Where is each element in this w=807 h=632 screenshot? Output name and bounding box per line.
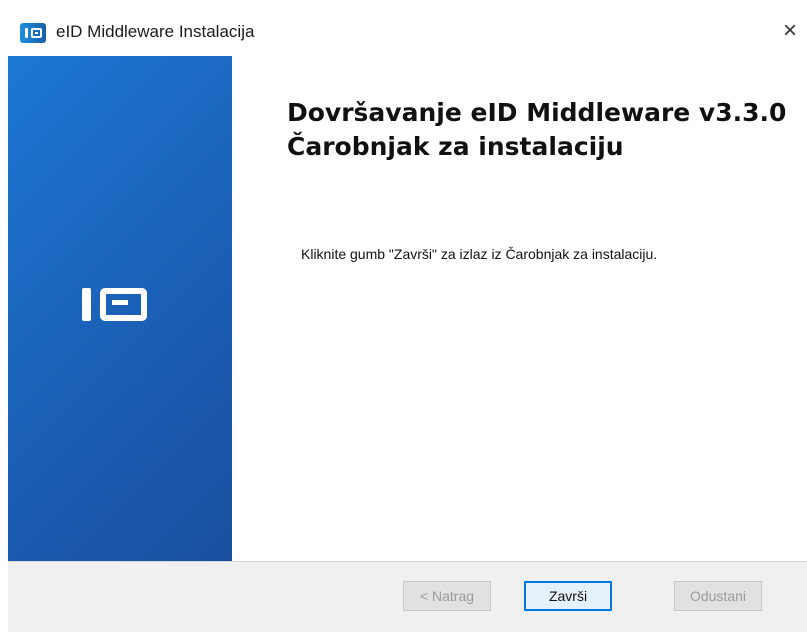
back-button[interactable]: < Natrag bbox=[403, 581, 491, 611]
button-bar: < Natrag Završi Odustani bbox=[8, 562, 807, 632]
title-bar: eID Middleware Instalacija × bbox=[0, 0, 807, 56]
installer-window: eID Middleware Instalacija × Dovršavanje… bbox=[0, 0, 807, 632]
completion-message: Kliknite gumb "Završi" za izlaz iz Čarob… bbox=[301, 246, 658, 262]
eid-logo-icon bbox=[82, 282, 162, 326]
page-title: Dovršavanje eID Middleware v3.3.0 Čarobn… bbox=[287, 98, 787, 161]
window-title: eID Middleware Instalacija bbox=[56, 22, 255, 41]
finish-button[interactable]: Završi bbox=[524, 581, 612, 611]
eid-app-icon bbox=[20, 23, 46, 43]
main-panel: Dovršavanje eID Middleware v3.3.0 Čarobn… bbox=[232, 56, 807, 561]
side-banner bbox=[8, 56, 232, 561]
close-icon[interactable]: × bbox=[773, 14, 807, 48]
cancel-button[interactable]: Odustani bbox=[674, 581, 762, 611]
